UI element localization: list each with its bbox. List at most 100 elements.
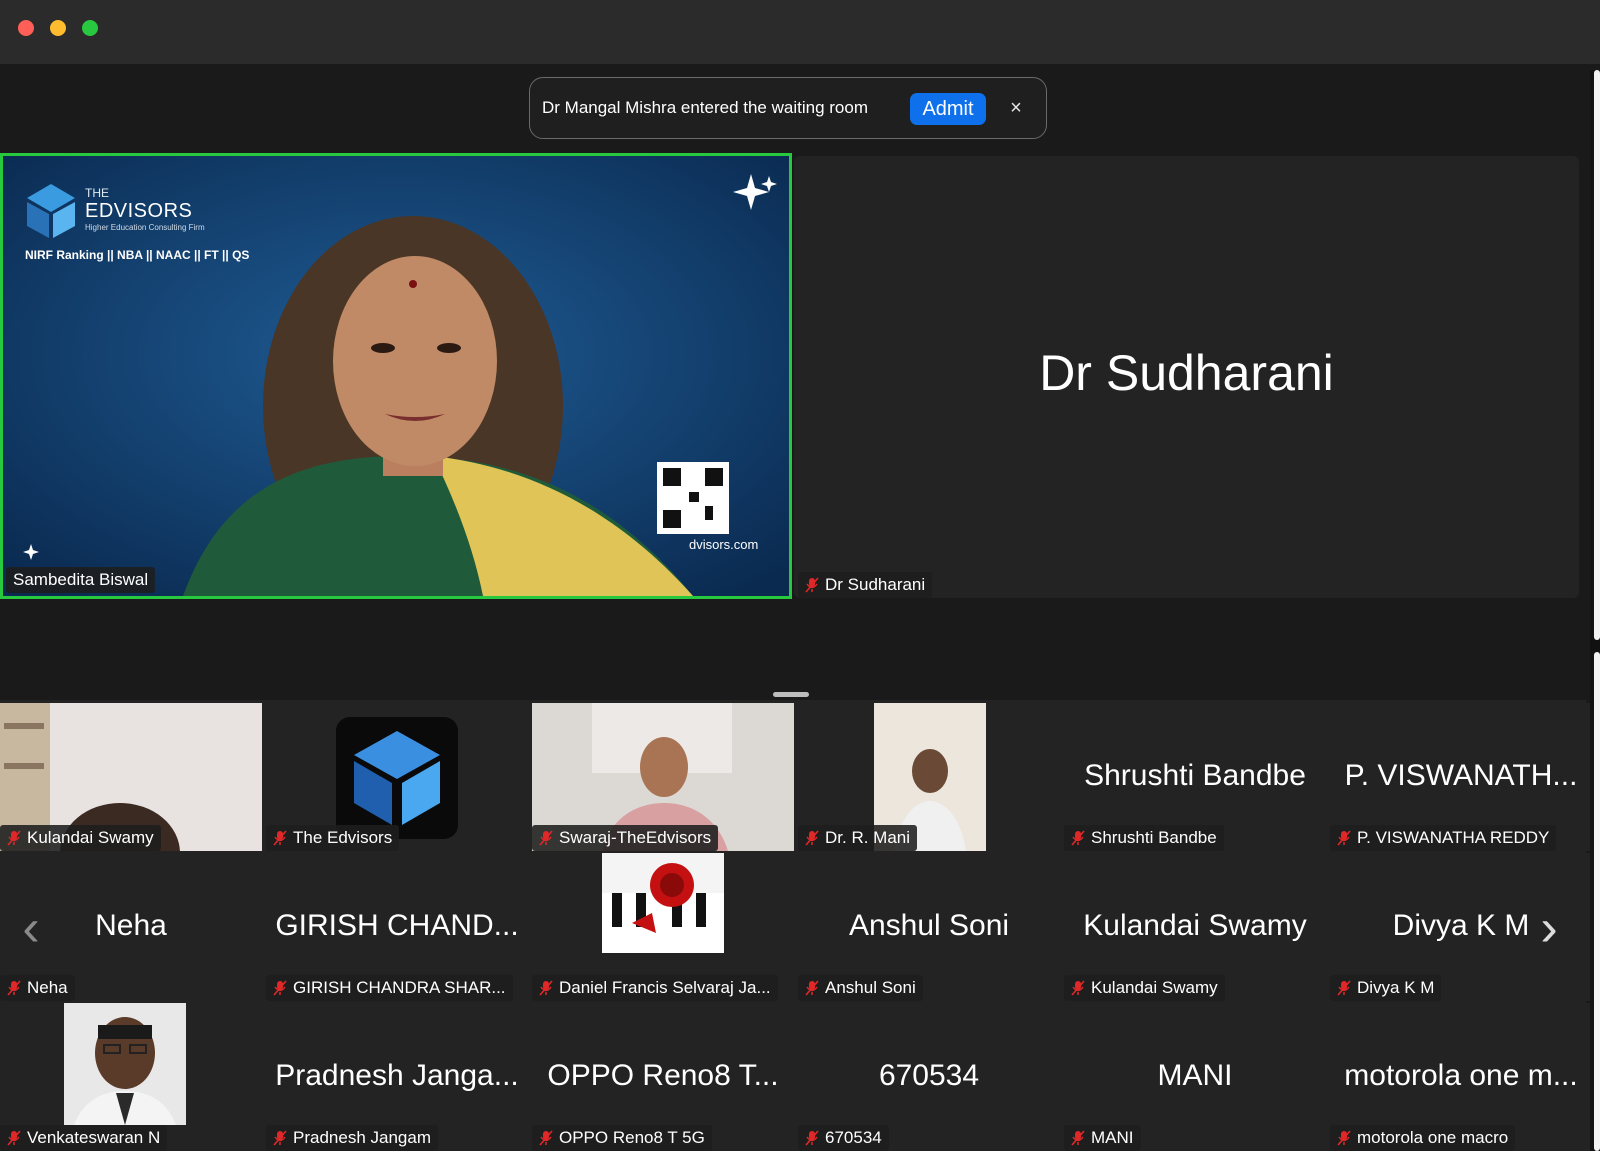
participant-tile-dr-sudharani[interactable]: Dr Sudharani Dr Sudharani <box>794 156 1579 598</box>
microphone-muted-icon <box>273 980 287 996</box>
fullscreen-window-button[interactable] <box>82 20 98 36</box>
brand-the-text: THE <box>85 186 109 200</box>
participant-name-tag: Daniel Francis Selvaraj Ja... <box>532 975 778 1001</box>
microphone-muted-icon <box>1071 980 1085 996</box>
microphone-muted-icon <box>1337 1130 1351 1146</box>
participant-name-tag: Dr. R. Mani <box>798 825 918 851</box>
participant-name-tag: GIRISH CHANDRA SHAR... <box>266 975 513 1001</box>
participant-name-tag: Shrushti Bandbe <box>1064 825 1224 851</box>
participant-name-tag: Divya K M <box>1330 975 1442 1001</box>
participant-name: Sambedita Biswal <box>13 570 149 589</box>
gallery-participant-tile[interactable]: Anshul Soni Anshul Soni <box>798 853 1060 1001</box>
participant-name: Dr Sudharani <box>825 575 926 594</box>
dismiss-notification-button[interactable]: × <box>1002 94 1030 122</box>
participant-display-name: Dr Sudharani <box>1039 345 1334 401</box>
participant-name: Pradnesh Jangam <box>293 1128 431 1147</box>
participant-name-tag: Sambedita Biswal <box>6 567 156 593</box>
gallery-participant-tile[interactable]: Shrushti Bandbe Shrushti Bandbe <box>1064 703 1326 851</box>
participant-name-tag: Dr Sudharani <box>798 572 933 598</box>
participant-display-name: OPPO Reno8 T... <box>547 1059 779 1092</box>
microphone-muted-icon <box>1337 830 1351 846</box>
gallery-participant-tile[interactable]: MANI MANI <box>1064 1003 1326 1151</box>
scrollbar[interactable] <box>1594 652 1600 1151</box>
microphone-muted-icon <box>273 1130 287 1146</box>
participant-name: Divya K M <box>1357 978 1435 997</box>
participant-display-name: MANI <box>1157 1059 1233 1092</box>
gallery-participant-tile[interactable]: motorola one m... motorola one macro <box>1330 1003 1592 1151</box>
participant-name: Daniel Francis Selvaraj Ja... <box>559 978 771 997</box>
close-window-button[interactable] <box>18 20 34 36</box>
gallery-participant-tile[interactable]: OPPO Reno8 T... OPPO Reno8 T 5G <box>532 1003 794 1151</box>
participant-name: Neha <box>27 978 68 997</box>
participant-display-name: P. VISWANATH... <box>1344 759 1578 792</box>
brand-url-text: dvisors.com <box>689 537 759 552</box>
gallery-resize-handle[interactable] <box>773 692 809 697</box>
participant-name-tag: Kulandai Swamy <box>1064 975 1225 1001</box>
participant-display-name: 670534 <box>878 1059 980 1092</box>
window-titlebar <box>0 0 1600 64</box>
gallery-participant-tile[interactable]: Swaraj-TheEdvisors <box>532 703 794 851</box>
participant-display-name: Pradnesh Janga... <box>275 1059 519 1092</box>
participant-name: Venkateswaran N <box>27 1128 161 1147</box>
participant-name-tag: OPPO Reno8 T 5G <box>532 1125 712 1151</box>
gallery-participant-tile[interactable]: P. VISWANATH... P. VISWANATHA REDDY <box>1330 703 1592 851</box>
participant-name: Kulandai Swamy <box>1091 978 1218 997</box>
edvisors-logo-icon <box>336 717 458 839</box>
participant-name-tag: Kulandai Swamy <box>0 825 161 851</box>
participant-name-tag: Swaraj-TheEdvisors <box>532 825 719 851</box>
microphone-muted-icon <box>1337 980 1351 996</box>
microphone-muted-icon <box>539 1130 553 1146</box>
participant-display-name: GIRISH CHAND... <box>275 909 519 942</box>
participant-name-tag: MANI <box>1064 1125 1141 1151</box>
participant-display-name: Anshul Soni <box>848 909 1010 942</box>
participant-name: GIRISH CHANDRA SHAR... <box>293 978 506 997</box>
gallery-participant-tile[interactable]: GIRISH CHAND... GIRISH CHANDRA SHAR... <box>266 853 528 1001</box>
participant-name: Shrushti Bandbe <box>1091 828 1217 847</box>
admit-button[interactable]: Admit <box>910 93 986 125</box>
brand-services-text: NIRF Ranking || NBA || NAAC || FT || QS <box>25 248 250 262</box>
participant-name-tag: Pradnesh Jangam <box>266 1125 438 1151</box>
participant-name: Anshul Soni <box>825 978 916 997</box>
microphone-muted-icon <box>273 830 287 846</box>
participant-name: MANI <box>1091 1128 1134 1147</box>
minimize-window-button[interactable] <box>50 20 66 36</box>
waiting-room-message: Dr Mangal Mishra entered the waiting roo… <box>542 98 868 117</box>
microphone-muted-icon <box>1071 1130 1085 1146</box>
microphone-muted-icon <box>7 1130 21 1146</box>
participant-name-tag: P. VISWANATHA REDDY <box>1330 825 1557 851</box>
chevron-left-icon[interactable]: ‹ <box>18 902 44 954</box>
microphone-muted-icon <box>539 980 553 996</box>
participant-display-name: motorola one m... <box>1344 1059 1578 1092</box>
participant-name-tag: Venkateswaran N <box>0 1125 168 1151</box>
gallery-participant-tile[interactable]: Venkateswaran N <box>0 1003 262 1151</box>
participant-name: Kulandai Swamy <box>27 828 154 847</box>
participant-name-tag: 670534 <box>798 1125 889 1151</box>
participant-name: P. VISWANATHA REDDY <box>1357 828 1550 847</box>
participant-name: OPPO Reno8 T 5G <box>559 1128 705 1147</box>
participant-avatar <box>602 853 724 953</box>
gallery-participant-tile[interactable]: Daniel Francis Selvaraj Ja... <box>532 853 794 1001</box>
gallery-participant-tile[interactable]: Pradnesh Janga... Pradnesh Jangam <box>266 1003 528 1151</box>
participant-avatar <box>64 1003 186 1125</box>
microphone-muted-icon <box>7 830 21 846</box>
participant-name: 670534 <box>825 1128 882 1147</box>
gallery-participant-tile[interactable]: Dr. R. Mani <box>798 703 1060 851</box>
waiting-room-notification: Dr Mangal Mishra entered the waiting roo… <box>529 77 1047 139</box>
participant-display-name: Kulandai Swamy <box>1083 909 1307 942</box>
participant-name: The Edvisors <box>293 828 393 847</box>
active-speaker-tile[interactable]: THE EDVISORS Higher Education Consulting… <box>0 153 792 599</box>
participant-name: Swaraj-TheEdvisors <box>559 828 712 847</box>
microphone-muted-icon <box>805 1130 819 1146</box>
gallery-participant-tile[interactable]: 670534 670534 <box>798 1003 1060 1151</box>
participant-name-tag: motorola one macro <box>1330 1125 1516 1151</box>
microphone-muted-icon <box>805 980 819 996</box>
scrollbar[interactable] <box>1594 70 1600 640</box>
gallery-participant-tile[interactable]: Kulandai Swamy Kulandai Swamy <box>1064 853 1326 1001</box>
microphone-muted-icon <box>539 830 553 846</box>
gallery-participant-tile[interactable]: Kulandai Swamy <box>0 703 262 851</box>
gallery-participant-tile[interactable]: The Edvisors <box>266 703 528 851</box>
microphone-muted-icon <box>805 577 819 593</box>
chevron-right-icon[interactable]: › <box>1536 902 1562 954</box>
participant-name-tag: Neha <box>0 975 75 1001</box>
participant-name-tag: The Edvisors <box>266 825 400 851</box>
